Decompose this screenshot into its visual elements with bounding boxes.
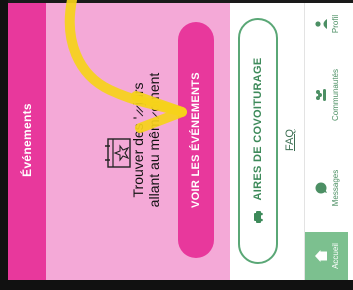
car-icon bbox=[254, 211, 263, 224]
person-icon bbox=[315, 19, 327, 29]
phone-screen: Événements Trouver des ' ̷ ̷ jurs allant… bbox=[8, 0, 348, 280]
people-icon bbox=[316, 89, 326, 101]
nav-label-profile: Profil bbox=[331, 14, 340, 34]
events-description-line2: allant au mêm ̷ oment bbox=[146, 72, 162, 208]
nav-item-messages[interactable]: Messages bbox=[305, 158, 348, 218]
phone-bezel-bottom bbox=[0, 280, 353, 290]
carpool-areas-button[interactable]: AIRES DE COVOITURAGE bbox=[238, 18, 278, 264]
chat-icon bbox=[315, 182, 327, 194]
photo: Événements Trouver des ' ̷ ̷ jurs allant… bbox=[0, 0, 353, 290]
view-events-button[interactable]: VOIR LES ÉVÉNEMENTS bbox=[178, 22, 214, 258]
faq-link[interactable]: FAQ bbox=[284, 110, 296, 170]
calendar-star-icon bbox=[105, 138, 131, 168]
nav-label-messages: Messages bbox=[331, 169, 340, 207]
events-description-line1: Trouver des ' ̷ ̷ jurs bbox=[130, 82, 146, 198]
nav-label-communities: Communautés bbox=[331, 68, 340, 122]
phone-bezel-top bbox=[0, 0, 353, 3]
events-header: Événements bbox=[8, 0, 46, 280]
phone-bezel-left bbox=[0, 0, 8, 290]
events-description: Trouver des ' ̷ ̷ jurs allant au mêm ̷ o… bbox=[130, 20, 162, 260]
events-card: Événements Trouver des ' ̷ ̷ jurs allant… bbox=[8, 0, 230, 280]
nav-item-profile[interactable]: Profil bbox=[305, 0, 348, 48]
carpool-areas-label: AIRES DE COVOITURAGE bbox=[252, 57, 264, 201]
bottom-nav: Accueil Messages Communautés Profil bbox=[304, 0, 348, 280]
home-icon bbox=[315, 250, 327, 262]
nav-item-communities[interactable]: Communautés bbox=[305, 60, 348, 130]
nav-item-home[interactable]: Accueil bbox=[305, 232, 348, 280]
nav-label-home: Accueil bbox=[331, 243, 340, 269]
